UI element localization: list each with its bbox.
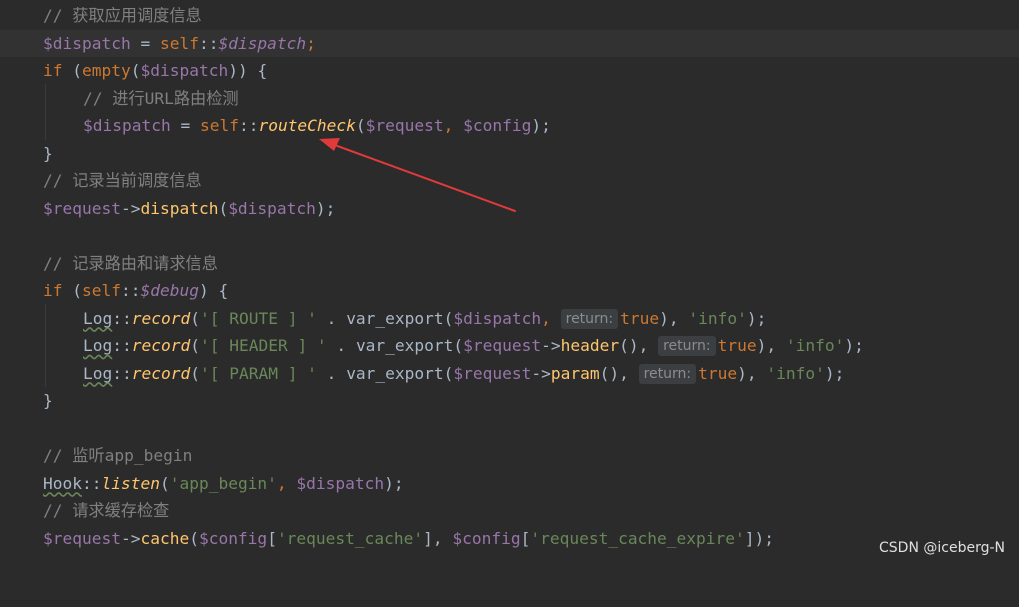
- watermark: CSDN @iceberg-N: [879, 540, 1005, 556]
- red-arrow-icon: [319, 138, 516, 212]
- code-editor[interactable]: // 获取应用调度信息 $dispatch = self::$dispatch;…: [0, 0, 1019, 566]
